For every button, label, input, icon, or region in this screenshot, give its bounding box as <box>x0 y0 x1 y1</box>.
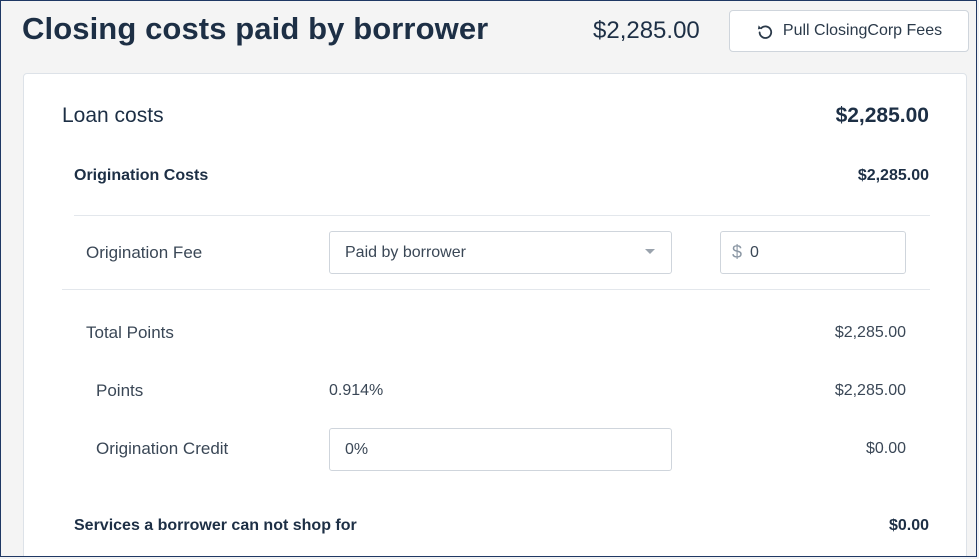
points-value: $2,285.00 <box>834 382 906 399</box>
paid-by-value: Paid by borrower <box>345 243 466 261</box>
origination-credit-label: Origination Credit <box>96 439 229 458</box>
points-label: Points <box>96 381 144 400</box>
total-points-label: Total Points <box>86 323 174 342</box>
services-cannot-shop-title: Services a borrower can not shop for <box>74 517 357 534</box>
origination-credit-percent-input[interactable]: 0% <box>329 428 672 471</box>
origination-fee-amount-input[interactable]: $ 0 <box>720 231 906 274</box>
total-points-value: $2,285.00 <box>834 324 906 341</box>
loan-costs-card: Loan costs $2,285.00 Origination Costs $… <box>23 73 967 556</box>
chevron-down-icon <box>645 249 655 254</box>
page-title: Closing costs paid by borrower <box>22 11 489 46</box>
loan-costs-title: Loan costs <box>62 104 164 127</box>
refresh-icon <box>756 22 774 40</box>
header-total: $2,285.00 <box>593 17 700 44</box>
services-cannot-shop-total: $0.00 <box>888 517 929 534</box>
origination-fee-amount: 0 <box>750 243 759 261</box>
points-percent: 0.914% <box>329 382 384 399</box>
divider <box>62 289 930 290</box>
origination-fee-paid-by-select[interactable]: Paid by borrower <box>329 231 672 274</box>
closing-costs-panel: Closing costs paid by borrower $2,285.00… <box>0 0 977 557</box>
pull-closingcorp-fees-button[interactable]: Pull ClosingCorp Fees <box>729 10 969 52</box>
origination-costs-total: $2,285.00 <box>857 167 929 184</box>
origination-fee-label: Origination Fee <box>86 243 203 262</box>
pull-button-label: Pull ClosingCorp Fees <box>782 22 943 39</box>
origination-costs-title: Origination Costs <box>74 167 209 184</box>
divider <box>74 215 930 216</box>
dollar-icon: $ <box>732 242 743 262</box>
origination-credit-value: $0.00 <box>865 440 906 457</box>
loan-costs-total: $2,285.00 <box>835 104 929 127</box>
origination-credit-percent: 0% <box>345 440 369 458</box>
